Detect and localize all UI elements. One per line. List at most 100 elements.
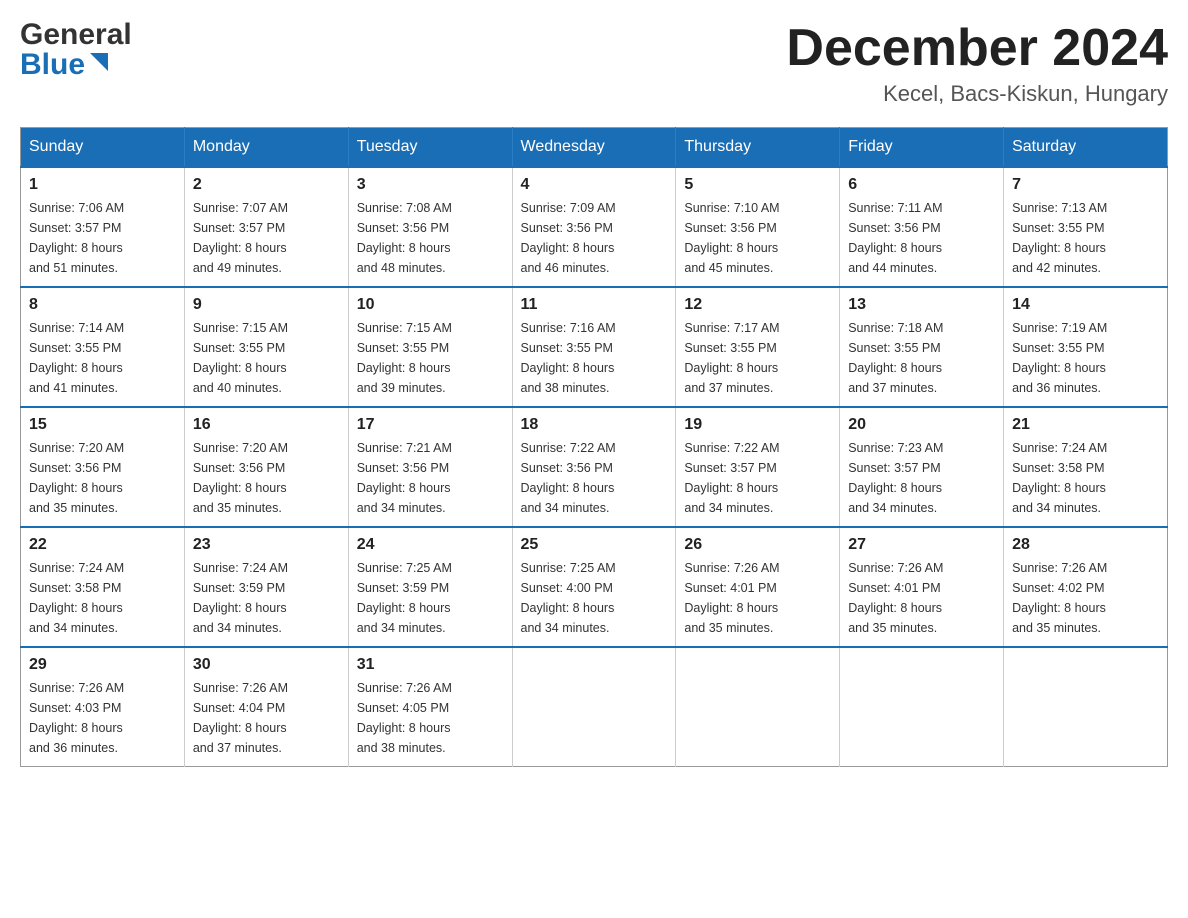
- day-info: Sunrise: 7:07 AM Sunset: 3:57 PM Dayligh…: [193, 198, 340, 278]
- calendar-cell: 24 Sunrise: 7:25 AM Sunset: 3:59 PM Dayl…: [348, 527, 512, 647]
- day-number: 31: [357, 656, 504, 674]
- calendar-cell: 7 Sunrise: 7:13 AM Sunset: 3:55 PM Dayli…: [1004, 167, 1168, 287]
- day-number: 21: [1012, 416, 1159, 434]
- day-info: Sunrise: 7:25 AM Sunset: 4:00 PM Dayligh…: [521, 558, 668, 638]
- day-info: Sunrise: 7:15 AM Sunset: 3:55 PM Dayligh…: [357, 318, 504, 398]
- day-number: 11: [521, 296, 668, 314]
- day-info: Sunrise: 7:25 AM Sunset: 3:59 PM Dayligh…: [357, 558, 504, 638]
- day-number: 4: [521, 176, 668, 194]
- day-number: 26: [684, 536, 831, 554]
- day-info: Sunrise: 7:20 AM Sunset: 3:56 PM Dayligh…: [193, 438, 340, 518]
- calendar-cell: 3 Sunrise: 7:08 AM Sunset: 3:56 PM Dayli…: [348, 167, 512, 287]
- day-number: 19: [684, 416, 831, 434]
- calendar-table: SundayMondayTuesdayWednesdayThursdayFrid…: [20, 127, 1168, 767]
- day-number: 7: [1012, 176, 1159, 194]
- logo-general-text: General: [20, 20, 132, 50]
- header-wednesday: Wednesday: [512, 128, 676, 168]
- day-number: 28: [1012, 536, 1159, 554]
- calendar-header-row: SundayMondayTuesdayWednesdayThursdayFrid…: [21, 128, 1168, 168]
- calendar-cell: 22 Sunrise: 7:24 AM Sunset: 3:58 PM Dayl…: [21, 527, 185, 647]
- day-info: Sunrise: 7:06 AM Sunset: 3:57 PM Dayligh…: [29, 198, 176, 278]
- day-info: Sunrise: 7:13 AM Sunset: 3:55 PM Dayligh…: [1012, 198, 1159, 278]
- calendar-cell: 26 Sunrise: 7:26 AM Sunset: 4:01 PM Dayl…: [676, 527, 840, 647]
- title-block: December 2024 Kecel, Bacs-Kiskun, Hungar…: [786, 20, 1168, 107]
- day-number: 30: [193, 656, 340, 674]
- week-row-3: 15 Sunrise: 7:20 AM Sunset: 3:56 PM Dayl…: [21, 407, 1168, 527]
- day-info: Sunrise: 7:26 AM Sunset: 4:03 PM Dayligh…: [29, 678, 176, 758]
- calendar-cell: 21 Sunrise: 7:24 AM Sunset: 3:58 PM Dayl…: [1004, 407, 1168, 527]
- calendar-cell: 11 Sunrise: 7:16 AM Sunset: 3:55 PM Dayl…: [512, 287, 676, 407]
- day-info: Sunrise: 7:24 AM Sunset: 3:59 PM Dayligh…: [193, 558, 340, 638]
- calendar-cell: 1 Sunrise: 7:06 AM Sunset: 3:57 PM Dayli…: [21, 167, 185, 287]
- location-title: Kecel, Bacs-Kiskun, Hungary: [786, 81, 1168, 107]
- day-number: 12: [684, 296, 831, 314]
- calendar-cell: 6 Sunrise: 7:11 AM Sunset: 3:56 PM Dayli…: [840, 167, 1004, 287]
- calendar-cell: 13 Sunrise: 7:18 AM Sunset: 3:55 PM Dayl…: [840, 287, 1004, 407]
- calendar-cell: 14 Sunrise: 7:19 AM Sunset: 3:55 PM Dayl…: [1004, 287, 1168, 407]
- day-number: 2: [193, 176, 340, 194]
- day-info: Sunrise: 7:26 AM Sunset: 4:01 PM Dayligh…: [848, 558, 995, 638]
- day-number: 20: [848, 416, 995, 434]
- day-info: Sunrise: 7:22 AM Sunset: 3:57 PM Dayligh…: [684, 438, 831, 518]
- day-info: Sunrise: 7:20 AM Sunset: 3:56 PM Dayligh…: [29, 438, 176, 518]
- day-info: Sunrise: 7:23 AM Sunset: 3:57 PM Dayligh…: [848, 438, 995, 518]
- day-number: 25: [521, 536, 668, 554]
- day-info: Sunrise: 7:26 AM Sunset: 4:05 PM Dayligh…: [357, 678, 504, 758]
- calendar-cell: [512, 647, 676, 767]
- day-number: 1: [29, 176, 176, 194]
- calendar-cell: 17 Sunrise: 7:21 AM Sunset: 3:56 PM Dayl…: [348, 407, 512, 527]
- day-info: Sunrise: 7:19 AM Sunset: 3:55 PM Dayligh…: [1012, 318, 1159, 398]
- header-thursday: Thursday: [676, 128, 840, 168]
- day-number: 22: [29, 536, 176, 554]
- day-info: Sunrise: 7:09 AM Sunset: 3:56 PM Dayligh…: [521, 198, 668, 278]
- day-number: 3: [357, 176, 504, 194]
- calendar-cell: [840, 647, 1004, 767]
- day-info: Sunrise: 7:14 AM Sunset: 3:55 PM Dayligh…: [29, 318, 176, 398]
- calendar-cell: 19 Sunrise: 7:22 AM Sunset: 3:57 PM Dayl…: [676, 407, 840, 527]
- day-info: Sunrise: 7:17 AM Sunset: 3:55 PM Dayligh…: [684, 318, 831, 398]
- day-number: 23: [193, 536, 340, 554]
- calendar-cell: 28 Sunrise: 7:26 AM Sunset: 4:02 PM Dayl…: [1004, 527, 1168, 647]
- header-friday: Friday: [840, 128, 1004, 168]
- day-info: Sunrise: 7:08 AM Sunset: 3:56 PM Dayligh…: [357, 198, 504, 278]
- day-number: 15: [29, 416, 176, 434]
- calendar-cell: 20 Sunrise: 7:23 AM Sunset: 3:57 PM Dayl…: [840, 407, 1004, 527]
- calendar-cell: [676, 647, 840, 767]
- calendar-cell: 2 Sunrise: 7:07 AM Sunset: 3:57 PM Dayli…: [184, 167, 348, 287]
- day-info: Sunrise: 7:11 AM Sunset: 3:56 PM Dayligh…: [848, 198, 995, 278]
- day-number: 13: [848, 296, 995, 314]
- calendar-cell: 30 Sunrise: 7:26 AM Sunset: 4:04 PM Dayl…: [184, 647, 348, 767]
- day-number: 24: [357, 536, 504, 554]
- day-info: Sunrise: 7:16 AM Sunset: 3:55 PM Dayligh…: [521, 318, 668, 398]
- day-info: Sunrise: 7:26 AM Sunset: 4:02 PM Dayligh…: [1012, 558, 1159, 638]
- page-header: General Blue December 2024 Kecel, Bacs-K…: [20, 20, 1168, 107]
- day-info: Sunrise: 7:24 AM Sunset: 3:58 PM Dayligh…: [1012, 438, 1159, 518]
- day-number: 16: [193, 416, 340, 434]
- day-number: 8: [29, 296, 176, 314]
- logo-arrow-icon: [88, 51, 110, 77]
- calendar-cell: 12 Sunrise: 7:17 AM Sunset: 3:55 PM Dayl…: [676, 287, 840, 407]
- calendar-cell: 18 Sunrise: 7:22 AM Sunset: 3:56 PM Dayl…: [512, 407, 676, 527]
- day-number: 6: [848, 176, 995, 194]
- day-number: 29: [29, 656, 176, 674]
- day-info: Sunrise: 7:18 AM Sunset: 3:55 PM Dayligh…: [848, 318, 995, 398]
- calendar-cell: 9 Sunrise: 7:15 AM Sunset: 3:55 PM Dayli…: [184, 287, 348, 407]
- calendar-cell: 23 Sunrise: 7:24 AM Sunset: 3:59 PM Dayl…: [184, 527, 348, 647]
- calendar-cell: 8 Sunrise: 7:14 AM Sunset: 3:55 PM Dayli…: [21, 287, 185, 407]
- calendar-cell: 5 Sunrise: 7:10 AM Sunset: 3:56 PM Dayli…: [676, 167, 840, 287]
- day-info: Sunrise: 7:10 AM Sunset: 3:56 PM Dayligh…: [684, 198, 831, 278]
- month-title: December 2024: [786, 20, 1168, 77]
- calendar-cell: 16 Sunrise: 7:20 AM Sunset: 3:56 PM Dayl…: [184, 407, 348, 527]
- day-info: Sunrise: 7:24 AM Sunset: 3:58 PM Dayligh…: [29, 558, 176, 638]
- day-info: Sunrise: 7:21 AM Sunset: 3:56 PM Dayligh…: [357, 438, 504, 518]
- calendar-cell: 29 Sunrise: 7:26 AM Sunset: 4:03 PM Dayl…: [21, 647, 185, 767]
- calendar-cell: [1004, 647, 1168, 767]
- header-monday: Monday: [184, 128, 348, 168]
- calendar-cell: 31 Sunrise: 7:26 AM Sunset: 4:05 PM Dayl…: [348, 647, 512, 767]
- day-number: 27: [848, 536, 995, 554]
- calendar-cell: 4 Sunrise: 7:09 AM Sunset: 3:56 PM Dayli…: [512, 167, 676, 287]
- calendar-cell: 15 Sunrise: 7:20 AM Sunset: 3:56 PM Dayl…: [21, 407, 185, 527]
- week-row-2: 8 Sunrise: 7:14 AM Sunset: 3:55 PM Dayli…: [21, 287, 1168, 407]
- header-saturday: Saturday: [1004, 128, 1168, 168]
- day-info: Sunrise: 7:26 AM Sunset: 4:01 PM Dayligh…: [684, 558, 831, 638]
